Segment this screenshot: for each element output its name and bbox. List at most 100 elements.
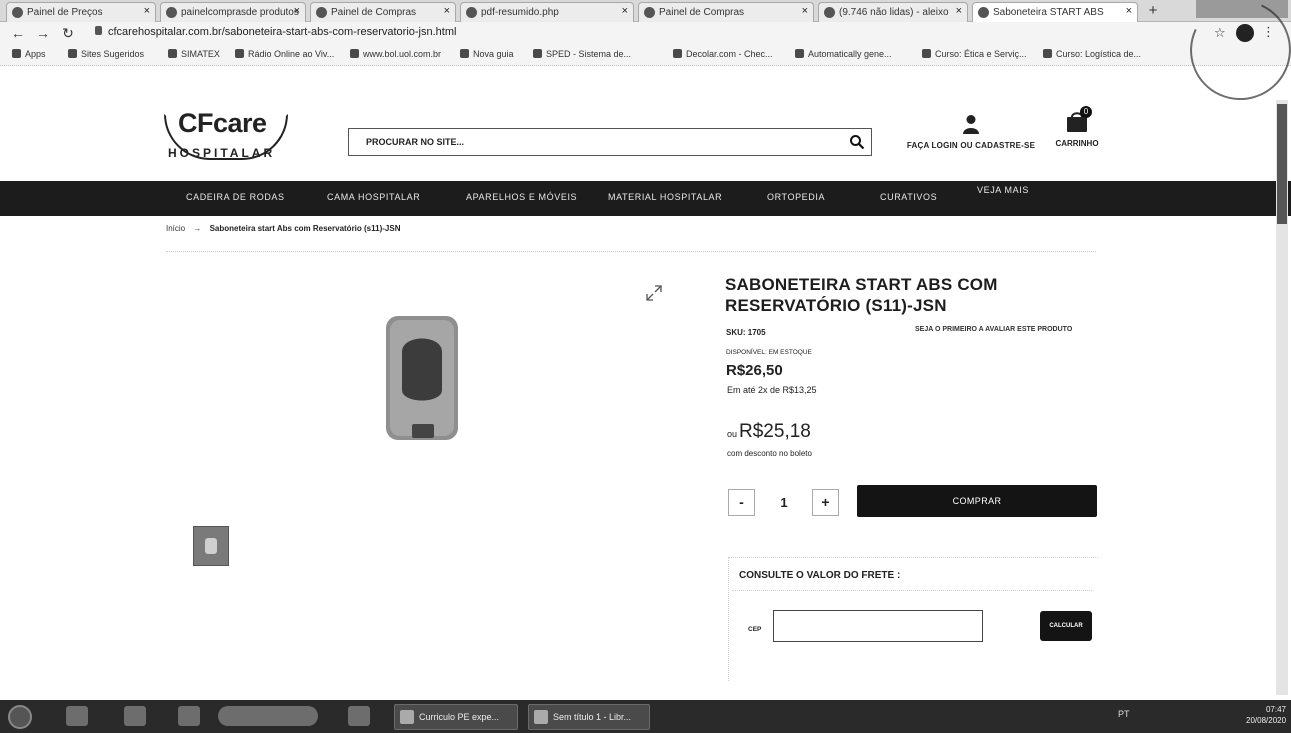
cart-count-badge: 0 xyxy=(1080,106,1092,118)
nav-item-veja-mais[interactable]: VEJA MAIS xyxy=(977,185,1029,195)
quantity-input[interactable]: 1 xyxy=(762,489,806,516)
nav-item-aparelhos-e-moveis[interactable]: APARELHOS E MÓVEIS xyxy=(466,192,577,202)
scrollbar-thumb[interactable] xyxy=(1277,104,1287,224)
close-icon[interactable]: × xyxy=(956,5,962,17)
browser-tab[interactable]: Painel de Compras × xyxy=(310,2,456,22)
close-icon[interactable]: × xyxy=(1126,5,1132,17)
close-icon[interactable]: × xyxy=(622,5,628,17)
close-icon[interactable]: × xyxy=(802,5,808,17)
bookmark-item[interactable]: Decolar.com - Chec... xyxy=(673,49,773,59)
product-price: R$26,50 xyxy=(726,362,783,379)
browser-tab[interactable]: painelcomprasde produtos × xyxy=(160,2,306,22)
discount-prefix: ou xyxy=(727,429,738,439)
bookmark-item[interactable]: SIMATEX xyxy=(168,49,220,59)
tab-label: pdf-resumido.php xyxy=(481,7,559,18)
bookmark-item[interactable]: Curso: Ética e Serviç... xyxy=(922,49,1027,59)
tab-favicon-icon xyxy=(978,7,989,18)
nav-item-material-hospitalar[interactable]: MATERIAL HOSPITALAR xyxy=(608,192,722,202)
nav-item-curativos[interactable]: CURATIVOS xyxy=(880,192,937,202)
bookmark-icon xyxy=(795,49,804,58)
quantity-increase-button[interactable]: + xyxy=(812,489,839,516)
taskbar-task[interactable]: Curriculo PE expe... xyxy=(394,704,518,730)
taskbar-app-icon[interactable] xyxy=(348,706,370,726)
bookmark-icon xyxy=(533,49,542,58)
browser-tab-active[interactable]: Saboneteira START ABS × xyxy=(972,2,1138,22)
bookmark-item[interactable]: Automatically gene... xyxy=(795,49,892,59)
tab-favicon-icon xyxy=(12,7,23,18)
zoom-expand-icon[interactable] xyxy=(646,285,662,301)
search-icon[interactable] xyxy=(849,134,865,150)
bookmark-icon xyxy=(922,49,931,58)
taskbar-task[interactable]: Sem título 1 - Libr... xyxy=(528,704,650,730)
tab-label: Painel de Compras xyxy=(331,7,417,18)
bookmark-item[interactable]: www.bol.uol.com.br xyxy=(350,49,441,59)
browser-tab[interactable]: (9.746 não lidas) - aleixo × xyxy=(818,2,968,22)
bookmark-item[interactable]: SPED - Sistema de... xyxy=(533,49,631,59)
bookmark-item[interactable]: Nova guia xyxy=(460,49,514,59)
calculate-freight-button[interactable]: CALCULAR xyxy=(1040,611,1092,641)
site-logo[interactable]: CFcare HOSPITALAR xyxy=(164,108,304,172)
bookmark-icon xyxy=(350,49,359,58)
clock-date: 20/08/2020 xyxy=(1246,716,1287,725)
tab-favicon-icon xyxy=(166,7,177,18)
browser-tab[interactable]: pdf-resumido.php × xyxy=(460,2,634,22)
tab-label: painelcomprasde produtos xyxy=(181,7,299,18)
cart-label: CARRINHO xyxy=(1055,139,1099,148)
browser-tab-bar: Painel de Preços × painelcomprasde produ… xyxy=(0,0,1291,22)
taskbar-app-icon[interactable] xyxy=(178,706,200,726)
url-text: cfcarehospitalar.com.br/saboneteira-star… xyxy=(108,26,457,38)
search-input[interactable] xyxy=(349,129,839,155)
url-field[interactable]: cfcarehospitalar.com.br/saboneteira-star… xyxy=(95,26,1205,41)
nav-item-ortopedia[interactable]: ORTOPEDIA xyxy=(767,192,825,202)
discount-price-value: R$25,18 xyxy=(739,421,811,442)
logo-subtitle: HOSPITALAR xyxy=(168,146,276,160)
tab-label: Saboneteira START ABS xyxy=(993,7,1104,18)
taskbar-app-icon[interactable] xyxy=(66,706,88,726)
new-tab-button[interactable]: + xyxy=(1142,2,1164,20)
lock-icon xyxy=(95,26,102,35)
bookmark-item[interactable]: Rádio Online ao Viv... xyxy=(235,49,334,59)
taskbar-clock[interactable]: 07:47 20/08/2020 xyxy=(1246,704,1286,726)
close-icon[interactable]: × xyxy=(444,5,450,17)
cep-label: CEP xyxy=(748,626,762,633)
product-thumbnail[interactable] xyxy=(193,526,229,566)
language-indicator[interactable]: PT xyxy=(1118,709,1130,719)
reload-icon[interactable]: ↻ xyxy=(60,25,76,41)
bookmark-icon xyxy=(235,49,244,58)
bookmark-icon xyxy=(460,49,469,58)
browser-tab[interactable]: Painel de Compras × xyxy=(638,2,814,22)
cart-link[interactable]: 0 CARRINHO xyxy=(1049,106,1105,160)
product-main-image[interactable] xyxy=(380,312,464,446)
close-icon[interactable]: × xyxy=(294,5,300,17)
divider xyxy=(732,590,1092,591)
tab-label: Painel de Preços xyxy=(27,7,103,18)
freight-title: CONSULTE O VALOR DO FRETE : xyxy=(739,570,901,581)
breadcrumb-current: Saboneteira start Abs com Reservatório (… xyxy=(209,224,401,233)
taskbar-app-icon[interactable] xyxy=(124,706,146,726)
breadcrumb-arrow-icon: → xyxy=(193,224,202,233)
bookmark-item[interactable]: Sites Sugeridos xyxy=(68,49,144,59)
bookmark-apps[interactable]: Apps xyxy=(12,49,46,59)
breadcrumb: Início → Saboneteira start Abs com Reser… xyxy=(166,224,400,233)
forward-icon[interactable]: → xyxy=(35,25,51,41)
breadcrumb-home[interactable]: Início xyxy=(166,224,185,233)
buy-button[interactable]: COMPRAR xyxy=(857,485,1097,517)
account-link[interactable]: FAÇA LOGIN OU CADASTRE-SE xyxy=(896,114,1046,160)
close-icon[interactable]: × xyxy=(144,5,150,17)
chrome-icon[interactable] xyxy=(218,706,318,726)
logo-wordmark: CFcare xyxy=(178,108,267,138)
availability-status: DISPONÍVEL: EM ESTOQUE xyxy=(726,349,812,356)
product-title: SABONETEIRA START ABS COM RESERVATÓRIO (… xyxy=(725,275,998,315)
nav-item-cadeira-de-rodas[interactable]: CADEIRA DE RODAS xyxy=(186,192,285,202)
os-taskbar: Curriculo PE expe... Sem título 1 - Libr… xyxy=(0,700,1291,733)
start-button[interactable] xyxy=(8,705,32,729)
nav-item-cama-hospitalar[interactable]: CAMA HOSPITALAR xyxy=(327,192,420,202)
account-label: FAÇA LOGIN OU CADASTRE-SE xyxy=(906,141,1036,150)
back-icon[interactable]: ← xyxy=(10,25,26,41)
apps-grid-icon xyxy=(12,49,21,58)
bookmark-item[interactable]: Curso: Logística de... xyxy=(1043,49,1141,59)
review-link[interactable]: SEJA O PRIMEIRO A AVALIAR ESTE PRODUTO xyxy=(915,326,1072,333)
cep-input[interactable] xyxy=(773,610,983,642)
browser-tab[interactable]: Painel de Preços × xyxy=(6,2,156,22)
quantity-decrease-button[interactable]: - xyxy=(728,489,755,516)
